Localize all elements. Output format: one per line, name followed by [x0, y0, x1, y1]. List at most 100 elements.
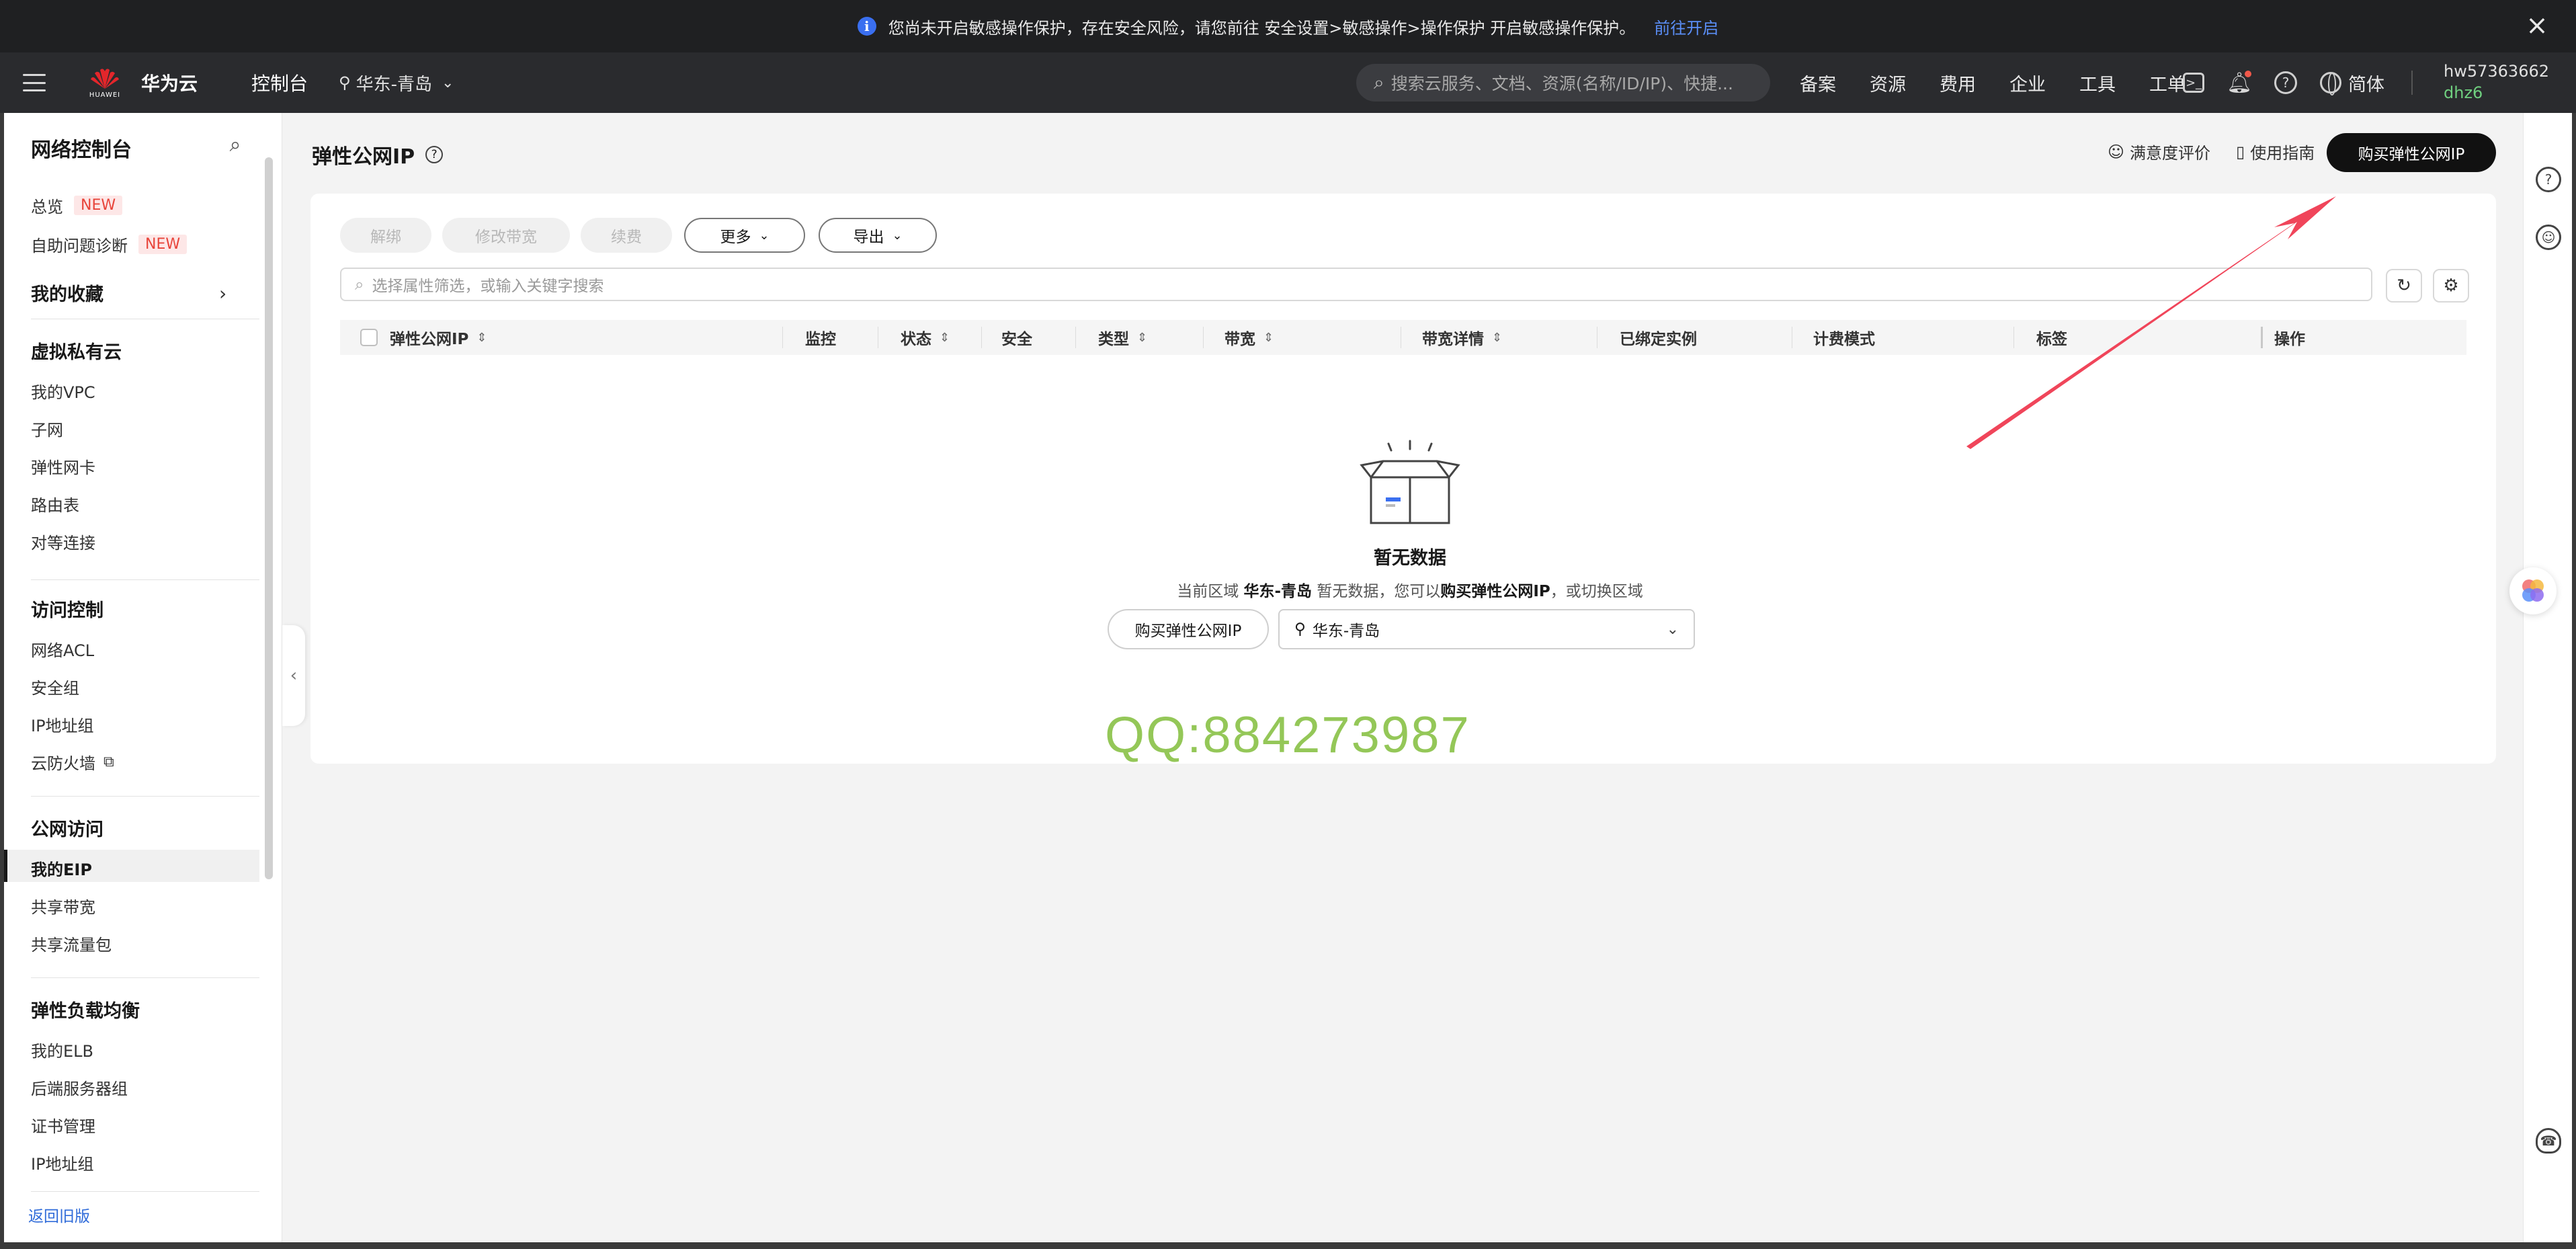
empty-desc-buy-link[interactable]: 购买弹性公网IP: [1440, 583, 1550, 600]
close-icon[interactable]: ×: [2524, 12, 2550, 39]
column-label: 状态: [901, 331, 931, 348]
external-link-icon: ⧉: [103, 754, 114, 770]
column-label: 带宽详情: [1422, 331, 1484, 348]
sort-icon[interactable]: ⇕: [476, 331, 487, 345]
region-switch-select[interactable]: ⚲ 华东-青岛 ⌄: [1278, 609, 1695, 649]
help-icon[interactable]: ?: [2536, 167, 2561, 192]
sidebar-item-ip-group[interactable]: IP地址组: [31, 713, 94, 736]
sidebar-item-my-vpc[interactable]: 我的VPC: [31, 379, 95, 403]
region-select-value: 华东-青岛: [1312, 622, 1380, 640]
sort-icon[interactable]: ⇕: [1137, 331, 1147, 345]
column-tags: 标签: [2036, 320, 2067, 355]
sidebar-item-shared-data-package[interactable]: 共享流量包: [31, 932, 112, 955]
sidebar-item-elb-ip-group[interactable]: IP地址组: [31, 1151, 94, 1174]
brand-name[interactable]: 华为云: [141, 69, 198, 96]
language-switch[interactable]: 简体: [2320, 70, 2384, 96]
bell-icon[interactable]: 🔔︎: [2227, 71, 2252, 95]
sidebar-scrollbar[interactable]: [265, 157, 273, 879]
sidebar-item-cert-mgmt[interactable]: 证书管理: [31, 1113, 95, 1137]
satisfaction-link[interactable]: ☺ 满意度评价: [2108, 140, 2210, 163]
empty-desc-middle: 暂无数据，您可以: [1317, 583, 1441, 600]
nav-tickets[interactable]: 工单: [2149, 70, 2186, 96]
column-type[interactable]: 类型 ⇕: [1098, 320, 1147, 355]
sidebar-item-shared-bandwidth[interactable]: 共享带宽: [31, 894, 95, 918]
sidebar-item-peering[interactable]: 对等连接: [31, 530, 95, 553]
sidebar-item-subnet[interactable]: 子网: [31, 417, 63, 440]
column-bound-instance: 已绑定实例: [1620, 320, 1697, 355]
select-all-checkbox[interactable]: [360, 329, 378, 346]
empty-buy-eip-button[interactable]: 购买弹性公网IP: [1108, 609, 1269, 649]
terminal-icon[interactable]: >_: [2183, 73, 2204, 93]
sidebar-item-eni[interactable]: 弹性网卡: [31, 454, 95, 478]
sidebar-title: 网络控制台: [31, 138, 132, 162]
huawei-logo[interactable]: HUAWEI: [83, 67, 126, 99]
empty-box-icon: [1360, 440, 1460, 524]
more-dropdown[interactable]: 更多 ⌄: [684, 218, 805, 253]
sidebar-item-overview[interactable]: 总览 NEW: [31, 194, 123, 217]
modify-bandwidth-button[interactable]: 修改带宽: [442, 218, 570, 253]
nav-enterprise[interactable]: 企业: [2009, 70, 2046, 96]
back-to-old-version-link[interactable]: 返回旧版: [28, 1203, 90, 1226]
sidebar-item-security-group[interactable]: 安全组: [31, 675, 79, 698]
sidebar-item-my-eip[interactable]: 我的EIP: [31, 856, 92, 880]
nav-billing[interactable]: 费用: [1940, 70, 1976, 96]
global-search-input[interactable]: ⌕ 搜索云服务、文档、资源(名称/ID/IP)、快捷...: [1356, 64, 1770, 102]
empty-state-description: 当前区域 华东-青岛 暂无数据，您可以购买弹性公网IP，或切换区域: [1050, 578, 1770, 601]
sort-icon[interactable]: ⇕: [940, 331, 950, 345]
top-nav: 备案 资源 费用 企业 工具 工单: [1800, 52, 2219, 113]
ai-assistant-icon[interactable]: [2509, 567, 2557, 614]
help-icon[interactable]: ?: [425, 146, 444, 163]
sidebar-item-backend-group[interactable]: 后端服务器组: [31, 1076, 128, 1099]
nav-resources[interactable]: 资源: [1870, 70, 1906, 96]
sidebar-item-route-table[interactable]: 路由表: [31, 492, 79, 516]
column-security: 安全: [1001, 320, 1032, 355]
search-placeholder: 搜索云服务、文档、资源(名称/ID/IP)、快捷...: [1390, 74, 1733, 93]
column-status[interactable]: 状态 ⇕: [901, 320, 950, 355]
globe-icon: [2320, 72, 2341, 95]
filter-search-input[interactable]: ⌕ 选择属性筛选，或输入关键字搜索: [340, 268, 2372, 301]
column-label: 标签: [2036, 331, 2067, 348]
more-label: 更多: [720, 229, 751, 246]
menu-icon[interactable]: [23, 74, 46, 91]
column-label: 监控: [805, 331, 836, 348]
sidebar-item-label: 云防火墙: [31, 754, 95, 773]
nav-tools[interactable]: 工具: [2079, 70, 2116, 96]
sidebar-item-cloud-firewall[interactable]: 云防火墙 ⧉: [31, 750, 114, 774]
sort-icon[interactable]: ⇕: [1263, 331, 1274, 345]
notice-text: 您尚未开启敏感操作保护，存在安全风险，请您前往 安全设置>敏感操作>操作保护 开…: [888, 18, 1636, 38]
column-eip[interactable]: 弹性公网IP ⇕: [390, 320, 487, 355]
nav-filing[interactable]: 备案: [1800, 70, 1836, 96]
buy-eip-button[interactable]: 购买弹性公网IP: [2327, 133, 2496, 172]
column-bandwidth[interactable]: 带宽 ⇕: [1224, 320, 1274, 355]
settings-button[interactable]: ⚙: [2433, 269, 2469, 303]
search-icon[interactable]: ⌕: [223, 133, 247, 157]
chevron-right-icon[interactable]: ›: [219, 282, 226, 305]
ai-assistant-logo-icon: [2522, 579, 2544, 602]
sidebar-item-acl[interactable]: 网络ACL: [31, 637, 94, 661]
sidebar-item-my-elb[interactable]: 我的ELB: [31, 1038, 93, 1061]
notice-enable-link[interactable]: 前往开启: [1654, 15, 1718, 38]
renew-button[interactable]: 续费: [581, 218, 672, 253]
unbind-button[interactable]: 解绑: [340, 218, 431, 253]
help-icon[interactable]: ?: [2274, 71, 2297, 94]
smile-icon[interactable]: ☺: [2536, 225, 2561, 250]
language-label: 简体: [2348, 74, 2384, 95]
sidebar-group-vpc: 虚拟私有云: [31, 342, 122, 363]
column-bandwidth-details[interactable]: 带宽详情 ⇕: [1422, 320, 1502, 355]
header-icons: >_ 🔔︎ ? 简体: [2183, 52, 2413, 113]
account-menu[interactable]: hw57363662 dhz6: [2444, 61, 2549, 104]
region-selector[interactable]: ⚲ 华东-青岛 ⌄: [339, 71, 454, 95]
sort-icon[interactable]: ⇕: [1492, 331, 1502, 345]
sidebar-item-favorites[interactable]: 我的收藏: [31, 280, 103, 306]
export-label: 导出: [853, 229, 884, 246]
column-label: 弹性公网IP: [390, 331, 469, 348]
chevron-down-icon: ⌄: [892, 228, 903, 243]
logo-text: HUAWEI: [89, 91, 121, 99]
sidebar-item-diagnose[interactable]: 自助问题诊断 NEW: [31, 233, 188, 256]
export-dropdown[interactable]: 导出 ⌄: [819, 218, 937, 253]
refresh-button[interactable]: ↻: [2386, 269, 2422, 303]
console-link[interactable]: 控制台: [251, 69, 308, 96]
user-guide-link[interactable]: ▯ 使用指南: [2236, 140, 2315, 163]
sidebar-collapse-button[interactable]: ‹: [282, 625, 305, 726]
customer-service-icon[interactable]: ☎: [2536, 1128, 2561, 1154]
